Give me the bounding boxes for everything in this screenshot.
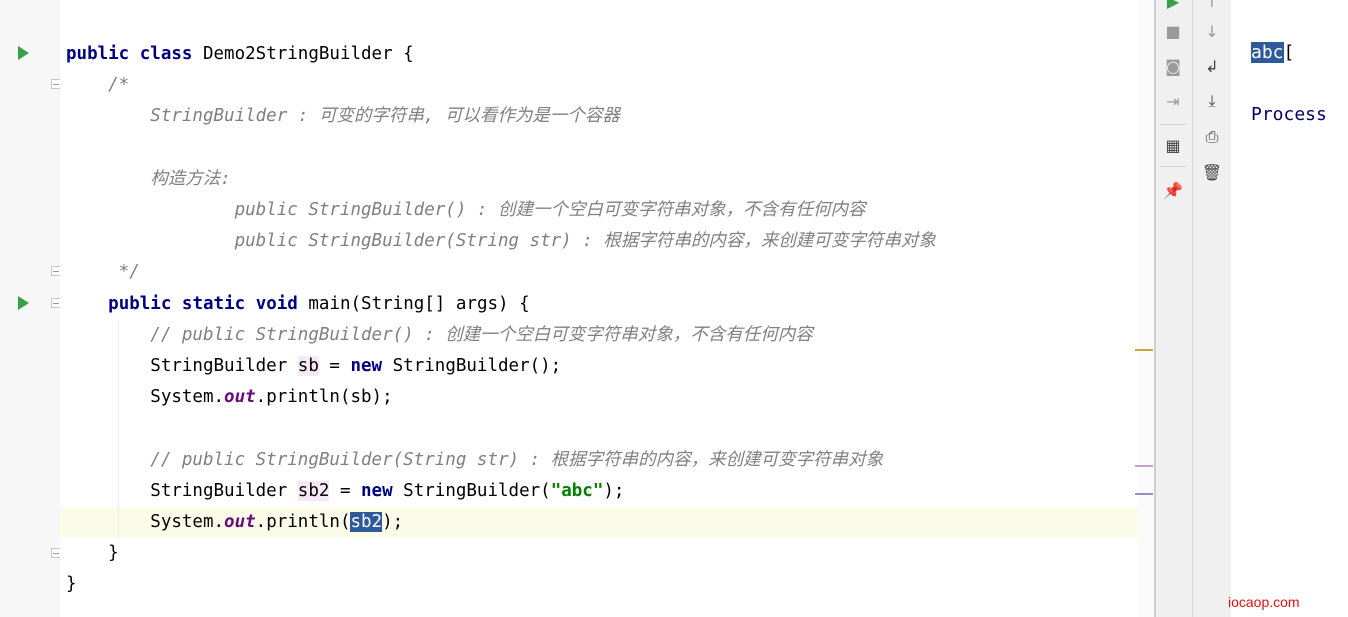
code-token: class [139,44,203,64]
code-token: StringBuilder(); [392,356,562,376]
code-token: // public StringBuilder(String str) : 根据… [66,449,884,470]
code-line[interactable]: } [66,539,119,567]
code-token: static [181,293,256,314]
code-token: System. [66,387,225,408]
pin-icon[interactable]: 📌 [1163,181,1183,200]
code-line[interactable]: 构造方法: [66,165,231,193]
trash-icon[interactable]: 🗑 [1202,163,1222,182]
console-output-line: abc[ [1251,42,1295,63]
code-token: out [224,387,256,408]
stop-icon[interactable]: ■ [1164,22,1182,41]
editor-gutter [0,0,93,617]
code-token: void [255,293,309,314]
login-icon[interactable]: ⇥ [1164,92,1182,111]
code-token: sb [297,356,319,376]
code-token: // public StringBuilder() : 创建一个空白可变字符串对… [66,324,813,345]
code-line[interactable]: public class Demo2StringBuilder { [66,40,414,68]
code-line[interactable]: public StringBuilder(String str) : 根据字符串… [66,227,936,255]
error-stripe [1138,0,1154,617]
code-line[interactable]: /* [66,71,129,99]
code-token: */ [66,262,140,283]
code-line[interactable]: StringBuilder : 可变的字符串, 可以看作为是一个容器 [66,102,620,130]
code-token: StringBuilder( [403,480,551,501]
code-token: "abc" [550,480,604,501]
code-token: StringBuilder [66,480,298,501]
code-token: public StringBuilder() : 创建一个空白可变字符串对象，不… [66,200,866,220]
arrow-up-icon[interactable]: ↑ [1203,0,1221,11]
code-token: sb2 [350,512,383,532]
code-line[interactable]: */ [66,258,140,286]
code-line[interactable]: System.out.println(sb); [66,383,393,411]
code-line[interactable]: public StringBuilder() : 创建一个空白可变字符串对象，不… [66,196,866,224]
code-token: Demo2StringBuilder { [202,44,414,64]
code-token: sb2 [297,480,330,501]
code-token: System. [66,512,225,532]
code-token: public StringBuilder(String str) : 根据字符串… [66,231,936,252]
scroll-to-end-icon[interactable]: ⤓ [1203,91,1221,110]
run-console[interactable]: abc[ Process [1231,0,1348,617]
arrow-down-icon[interactable]: ↓ [1203,22,1221,41]
usage-marker[interactable] [1135,465,1153,467]
toolbar-separator [1160,124,1186,125]
layout-icon[interactable]: ▦ [1164,136,1182,155]
code-token: .println(sb); [255,387,393,408]
code-token: new [350,356,393,376]
code-token: } [66,574,77,595]
code-token: /* [66,75,130,96]
code-token: new [361,480,404,501]
code-token: public [108,293,182,314]
code-line[interactable]: StringBuilder sb2 = new StringBuilder("a… [66,477,624,505]
code-token: = [318,356,351,376]
run-icon[interactable]: ▶ [1164,0,1182,11]
code-editor[interactable]: public class Demo2StringBuilder { /* Str… [60,0,1138,617]
code-token: .println( [255,512,351,532]
code-token: ); [603,480,625,501]
code-token: ); [382,512,404,532]
soft-wrap-icon[interactable]: ↲ [1203,57,1221,76]
console-output-text: abc [1251,42,1284,63]
run-class-icon[interactable] [18,46,29,60]
selection-marker[interactable] [1135,493,1153,495]
code-token: out [224,512,256,532]
code-line[interactable]: public static void main(String[] args) { [66,290,530,318]
code-token: } [66,543,119,564]
code-token: public [66,44,140,64]
camera-icon[interactable]: ◙ [1164,57,1182,76]
code-token: StringBuilder [66,356,298,376]
code-line[interactable]: } [66,570,77,598]
code-line[interactable]: // public StringBuilder() : 创建一个空白可变字符串对… [66,321,813,349]
console-process-line: Process [1251,104,1327,125]
watermark: iocaop.com [1228,594,1300,610]
toolbar-separator [1160,166,1186,167]
code-token: StringBuilder : 可变的字符串, 可以看作为是一个容器 [66,106,620,127]
code-line[interactable]: // public StringBuilder(String str) : 根据… [66,446,883,474]
print-icon[interactable]: ⎙ [1203,127,1221,146]
warning-marker[interactable] [1135,349,1153,351]
code-token: 构造方法: [66,168,231,189]
code-line[interactable]: System.out.println(sb2); [66,508,403,536]
code-token: main(String[] args) { [308,293,530,314]
run-main-icon[interactable] [18,296,29,310]
code-line[interactable]: StringBuilder sb = new StringBuilder(); [66,352,561,380]
code-token: = [329,480,362,501]
